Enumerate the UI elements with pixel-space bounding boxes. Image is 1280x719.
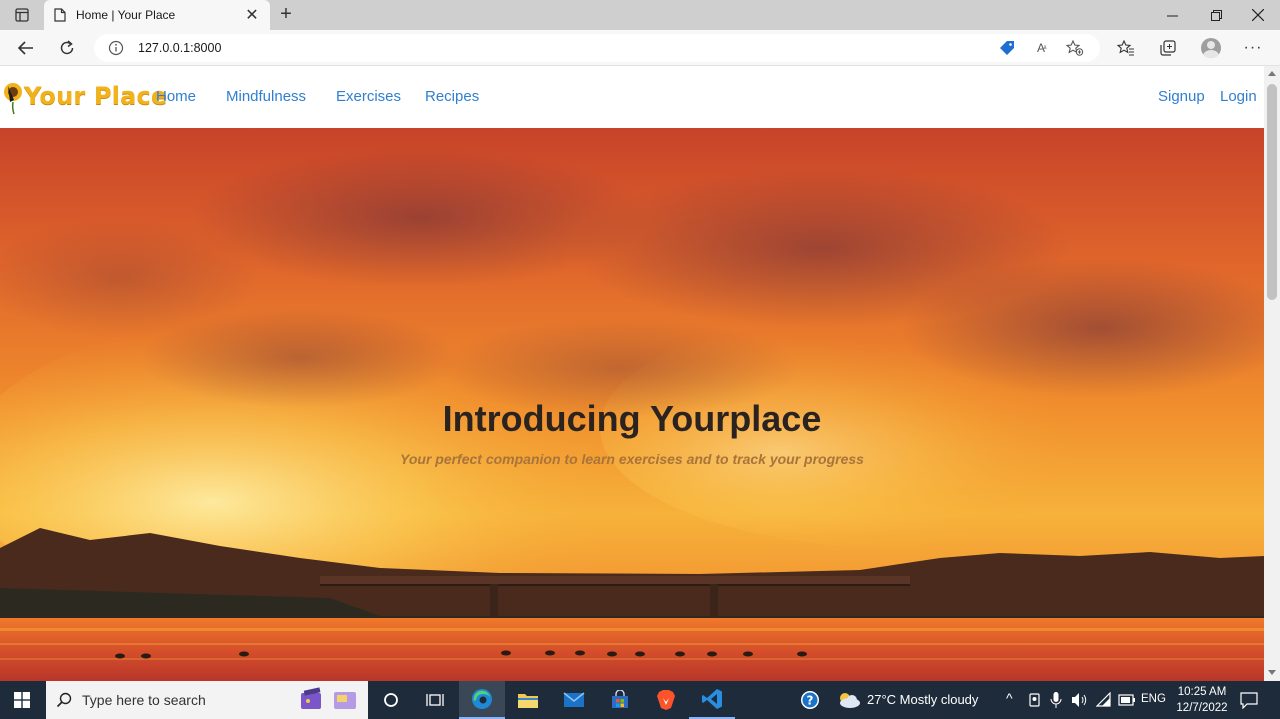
tab-actions-button[interactable] [8, 5, 36, 25]
favorites-button[interactable] [1113, 36, 1139, 60]
shopping-tag-icon[interactable] [996, 37, 1018, 59]
mail-icon [563, 692, 585, 707]
taskbar-brave-app[interactable] [643, 681, 689, 719]
folder-icon [518, 694, 538, 708]
minimize-button[interactable] [1150, 0, 1194, 30]
browser-tab[interactable]: Home | Your Place ✕ [44, 0, 270, 30]
scrollbar-thumb[interactable] [1267, 84, 1277, 300]
svg-text:?: ? [807, 694, 814, 708]
tab-actions-icon [15, 8, 29, 22]
minimize-icon [1166, 15, 1178, 16]
search-highlights-icon[interactable] [298, 686, 362, 714]
nav-signup-link[interactable]: Signup [1158, 88, 1205, 105]
nav-exercises-link[interactable]: Exercises [336, 88, 401, 105]
back-arrow-icon [17, 41, 33, 55]
chevron-up-icon[interactable]: ^ [1006, 690, 1013, 706]
meet-now-icon[interactable] [1028, 692, 1042, 708]
close-icon [1252, 9, 1264, 21]
new-tab-button[interactable]: + [276, 3, 296, 27]
taskbar-edge-app[interactable] [459, 681, 505, 719]
address-bar[interactable]: 127.0.0.1:8000 Aͣ [94, 34, 1100, 62]
read-aloud-icon[interactable]: Aͣ [1030, 37, 1052, 59]
nav-mindfulness-link[interactable]: Mindfulness [226, 88, 306, 105]
hero-section: Introducing Yourplace Your perfect compa… [0, 128, 1264, 681]
nav-home-link[interactable]: Home [156, 88, 196, 105]
more-icon: ··· [1243, 39, 1263, 56]
search-icon [56, 692, 72, 708]
task-view-icon [426, 694, 444, 706]
browser-tab-strip: Home | Your Place ✕ + [0, 0, 1280, 30]
taskbar-search-box[interactable]: Type here to search [46, 681, 368, 719]
wifi-icon[interactable] [1096, 692, 1112, 708]
search-placeholder: Type here to search [82, 692, 206, 708]
restore-button[interactable] [1194, 0, 1238, 30]
start-button[interactable] [0, 681, 44, 719]
settings-menu-button[interactable]: ··· [1240, 36, 1266, 60]
weather-text[interactable]: 27°C Mostly cloudy [867, 692, 978, 707]
cortana-circle-icon [384, 693, 398, 707]
page-viewport: Your Place Home Mindfulness Exercises Re… [0, 66, 1264, 681]
system-clock[interactable]: 10:25 AM 12/7/2022 [1172, 684, 1232, 716]
back-button[interactable] [12, 36, 40, 60]
clock-time: 10:25 AM [1177, 686, 1227, 698]
edge-browser-icon [472, 689, 492, 709]
scroll-up-arrow-icon[interactable] [1268, 71, 1276, 76]
hero-subtitle: Your perfect companion to learn exercise… [400, 451, 864, 467]
sunflower-logo-icon [4, 83, 22, 115]
refresh-button[interactable] [53, 36, 81, 60]
taskbar-store-app[interactable] [597, 681, 643, 719]
info-icon[interactable] [108, 40, 124, 56]
restore-icon [1210, 9, 1222, 21]
brand-name: Your Place [24, 82, 168, 110]
page-scrollbar[interactable] [1264, 66, 1280, 681]
language-indicator[interactable]: ENG [1141, 693, 1166, 705]
avatar [1201, 38, 1221, 58]
windows-logo-icon [14, 692, 30, 708]
collections-icon [1160, 40, 1176, 56]
tab-title: Home | Your Place [76, 8, 176, 22]
help-question-icon: ? [801, 691, 819, 709]
url-text[interactable]: 127.0.0.1:8000 [138, 41, 984, 55]
help-tray-button[interactable]: ? [790, 681, 830, 719]
collections-button[interactable] [1155, 36, 1181, 60]
taskbar-vscode-app[interactable] [689, 681, 735, 719]
notifications-icon[interactable] [1240, 692, 1258, 709]
taskbar-mail-app[interactable] [551, 681, 597, 719]
cloudy-weather-icon [840, 693, 860, 708]
microsoft-store-icon [612, 690, 628, 708]
volume-icon[interactable] [1071, 692, 1089, 708]
task-view-button[interactable] [412, 681, 458, 719]
nav-recipes-link[interactable]: Recipes [425, 88, 479, 105]
taskbar-file-explorer-app[interactable] [505, 681, 551, 719]
profile-button[interactable] [1198, 36, 1224, 60]
refresh-icon [60, 40, 74, 55]
favorites-icon [1117, 40, 1134, 56]
hero-title: Introducing Yourplace [442, 398, 822, 439]
site-navbar: Your Place Home Mindfulness Exercises Re… [0, 66, 1264, 128]
brave-lion-icon [657, 690, 675, 710]
task-view-cortana-button[interactable] [368, 681, 414, 719]
windows-taskbar: Type here to search ? 27°C Mostly cloudy… [0, 681, 1280, 719]
scroll-down-arrow-icon[interactable] [1268, 670, 1276, 675]
close-tab-icon[interactable]: ✕ [244, 5, 260, 25]
browser-toolbar: 127.0.0.1:8000 Aͣ ··· [0, 30, 1280, 66]
add-favorite-icon[interactable] [1064, 37, 1086, 59]
microphone-icon[interactable] [1050, 691, 1062, 709]
nav-login-link[interactable]: Login [1220, 88, 1257, 105]
vscode-icon [702, 689, 722, 709]
clock-date: 12/7/2022 [1176, 702, 1228, 714]
close-window-button[interactable] [1236, 0, 1280, 30]
battery-icon[interactable] [1118, 694, 1136, 706]
page-icon [54, 8, 66, 22]
brand-logo-link[interactable]: Your Place [2, 76, 167, 116]
